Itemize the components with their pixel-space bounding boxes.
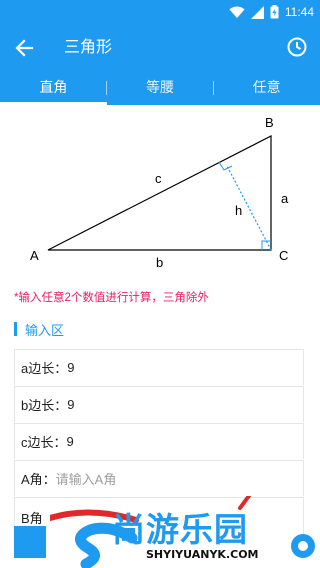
wifi-icon <box>229 6 245 18</box>
field-placeholder[interactable]: 请输入A角 <box>56 469 117 488</box>
tab-divider <box>213 81 214 95</box>
signal-icon <box>250 5 264 19</box>
side-b-field[interactable]: b边长： 9 <box>14 386 304 422</box>
vertex-label-c: C <box>279 248 288 263</box>
tab-isosceles[interactable]: 等腰 <box>107 72 214 105</box>
side-label-a: a <box>281 191 289 206</box>
field-label: A角： <box>21 472 56 487</box>
field-label: c边长： <box>21 435 67 450</box>
tab-right-angle[interactable]: 直角 <box>0 72 107 105</box>
vertex-label-a: A <box>30 248 39 263</box>
height-label-h: h <box>235 203 242 218</box>
watermark-text: 尚游乐园 <box>112 510 248 549</box>
field-value[interactable]: 9 <box>67 397 74 412</box>
input-section-header: 输入区 <box>14 320 64 338</box>
field-value[interactable]: 9 <box>67 434 74 449</box>
side-c-field[interactable]: c边长： 9 <box>14 423 304 459</box>
input-section-title: 输入区 <box>25 322 65 338</box>
triangle-diagram: A B C a b c h <box>30 115 289 270</box>
status-time: 11:44 <box>284 5 314 19</box>
field-label: b边长： <box>21 398 68 413</box>
tab-divider <box>106 81 107 95</box>
page-title: 三角形 <box>64 39 113 56</box>
side-label-b: b <box>156 255 163 270</box>
tab-bar: 直角 等腰 任意 <box>0 72 320 105</box>
side-label-c: c <box>155 171 162 186</box>
angle-a-field[interactable]: A角： 请输入A角 <box>14 460 304 496</box>
vertex-label-b: B <box>265 115 274 130</box>
calculate-button[interactable] <box>14 526 46 558</box>
status-icons: 11:44 <box>229 3 314 21</box>
side-a-field[interactable]: a边长： 9 <box>14 349 304 385</box>
status-bar: 11:44 <box>0 0 320 24</box>
calculation-hint: *输入任意2个数值进行计算，三角除外 <box>14 292 209 304</box>
field-label: a边长： <box>21 361 68 376</box>
section-accent-bar <box>14 322 17 336</box>
field-label: B角 <box>21 511 43 526</box>
battery-charging-icon <box>270 5 279 19</box>
app-bar: 三角形 <box>0 24 320 72</box>
watermark-domain: SHYIYUANYK.COM <box>146 548 259 561</box>
tab-arbitrary[interactable]: 任意 <box>213 72 320 105</box>
history-clock-icon[interactable] <box>286 36 308 58</box>
field-value[interactable]: 9 <box>67 360 74 375</box>
back-arrow-icon[interactable] <box>14 37 36 59</box>
